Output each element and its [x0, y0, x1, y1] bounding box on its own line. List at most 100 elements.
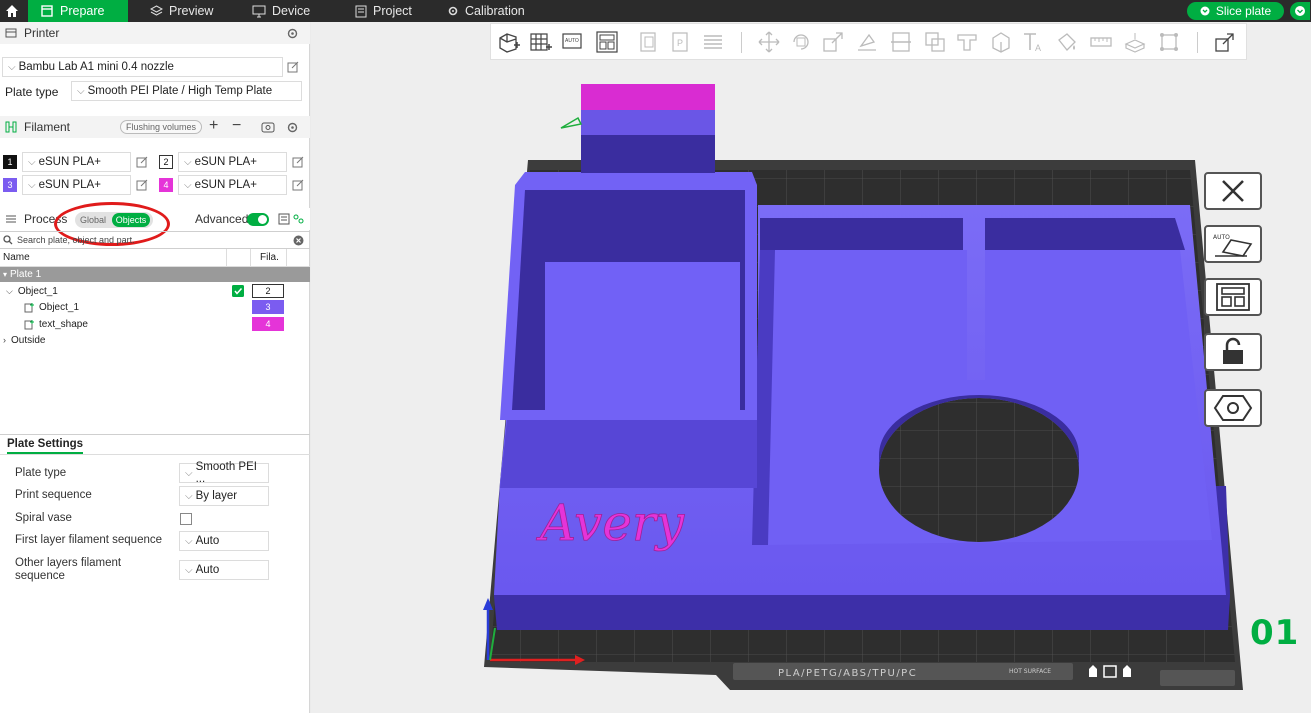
column-divider	[286, 249, 287, 267]
plate-type-setting-value: Smooth PEI ...	[195, 461, 257, 485]
printer-select[interactable]: ⌵ Bambu Lab A1 mini 0.4 nozzle	[2, 57, 283, 77]
arrange-plate-button[interactable]	[1204, 278, 1262, 316]
advanced-toggle[interactable]	[247, 213, 269, 226]
add-plate-icon[interactable]	[529, 30, 553, 54]
first-layer-sequence-select[interactable]: ⌵ Auto	[179, 531, 269, 551]
add-filament-icon[interactable]: +	[209, 117, 218, 135]
3d-scene[interactable]: PLA/PETG/ABS/TPU/PC HOT SURFACE Avery	[311, 60, 1311, 713]
object-search-bar[interactable]: Search plate, object and part.	[0, 231, 310, 249]
measure-icon[interactable]	[1089, 30, 1113, 54]
tab-preview[interactable]: Preview	[150, 0, 213, 22]
add-object-icon[interactable]	[497, 30, 521, 54]
edit-icon[interactable]	[136, 179, 148, 191]
tab-project[interactable]: Project	[355, 0, 412, 22]
edit-icon[interactable]	[292, 156, 304, 168]
filament-select-1[interactable]: ⌵ eSUN PLA+	[22, 152, 131, 172]
chevron-down-icon: ⌵	[185, 490, 193, 502]
column-divider	[250, 249, 251, 267]
tab-label: Project	[373, 4, 412, 18]
arrange-icon[interactable]	[595, 30, 619, 54]
print-sequence-select[interactable]: ⌵ By layer	[179, 486, 269, 506]
svg-text:P: P	[677, 38, 683, 48]
delete-plate-button[interactable]	[1204, 172, 1262, 210]
filament-select-4[interactable]: ⌵ eSUN PLA+	[178, 175, 287, 195]
project-icon	[355, 5, 367, 17]
plate-settings-button[interactable]	[1204, 389, 1262, 427]
tree-row-part[interactable]: Object_1 3	[0, 299, 310, 315]
rotate-icon[interactable]	[789, 30, 813, 54]
filament-swatch-4[interactable]: 4	[159, 178, 173, 192]
filament-swatch-3[interactable]: 3	[3, 178, 17, 192]
brim-ears-icon[interactable]	[1157, 30, 1181, 54]
tree-row-part[interactable]: text_shape 4	[0, 316, 310, 332]
settings-icon[interactable]	[286, 27, 299, 40]
tab-plate-settings[interactable]: Plate Settings	[7, 438, 84, 454]
scale-icon[interactable]	[821, 30, 845, 54]
column-name-header[interactable]: Name	[3, 252, 30, 263]
slice-dropdown-button[interactable]	[1290, 2, 1310, 20]
plate-toolbar-icons[interactable]	[1087, 663, 1137, 679]
seam-paint-icon[interactable]	[989, 30, 1013, 54]
chevron-down-icon	[1200, 6, 1210, 16]
checkbox-checked-icon[interactable]	[232, 285, 244, 297]
other-layers-sequence-select[interactable]: ⌵ Auto	[179, 560, 269, 580]
color-paint-icon[interactable]	[1055, 30, 1079, 54]
tab-label: Calibration	[465, 4, 525, 18]
text-tool-icon[interactable]: A	[1021, 30, 1045, 54]
split-parts-icon[interactable]: P	[669, 30, 693, 54]
hot-surface-text: HOT SURFACE	[1009, 668, 1051, 675]
layers-editing-icon[interactable]	[701, 30, 725, 54]
lay-on-face-icon[interactable]	[855, 30, 879, 54]
spiral-vase-checkbox[interactable]	[180, 513, 192, 525]
tab-calibration[interactable]: Calibration	[447, 0, 525, 22]
filament-badge[interactable]: 2	[252, 284, 284, 298]
flushing-volumes-button[interactable]: Flushing volumes	[120, 120, 203, 134]
filament-select-2[interactable]: ⌵ eSUN PLA+	[178, 152, 287, 172]
assembly-icon[interactable]	[1123, 30, 1147, 54]
auto-orient-plate-button[interactable]: AUTO	[1204, 225, 1262, 263]
filament-swatch-2[interactable]: 2	[159, 155, 173, 169]
filament-badge[interactable]: 4	[252, 317, 284, 331]
settings-icon[interactable]	[286, 121, 299, 134]
auto-orient-icon[interactable]: AUTO	[561, 30, 585, 54]
edit-icon[interactable]	[136, 156, 148, 168]
view-options-icon[interactable]	[1213, 30, 1237, 54]
plugin-icon[interactable]	[292, 213, 304, 225]
filament-badge[interactable]: 3	[252, 300, 284, 314]
filament-select-3[interactable]: ⌵ eSUN PLA+	[22, 175, 131, 195]
bed-label-text: PLA/PETG/ABS/TPU/PC	[778, 668, 917, 679]
filament-swatch-1[interactable]: 1	[3, 155, 17, 169]
compare-icon[interactable]	[278, 213, 290, 225]
plate-type-setting-select[interactable]: ⌵ Smooth PEI ...	[179, 461, 269, 485]
clear-search-icon[interactable]	[293, 235, 304, 246]
tree-row-object[interactable]: ⌵ Object_1 2	[0, 283, 310, 299]
first-layer-sequence-label: First layer filament sequence	[15, 534, 163, 546]
tree-row-plate[interactable]: ▾ Plate 1	[0, 267, 310, 282]
plate-type-select[interactable]: ⌵ Smooth PEI Plate / High Temp Plate	[71, 81, 302, 101]
chevron-down-icon: ⌵	[185, 467, 193, 479]
boolean-icon[interactable]	[923, 30, 947, 54]
column-fila-header[interactable]: Fila.	[260, 252, 279, 263]
home-icon[interactable]	[0, 0, 24, 22]
tree-row-outside[interactable]: › Outside	[0, 332, 310, 348]
close-icon	[1222, 180, 1244, 202]
edit-icon[interactable]	[287, 61, 299, 73]
sync-ams-icon[interactable]	[261, 121, 275, 134]
toolbar-divider	[1197, 32, 1198, 53]
support-paint-icon[interactable]	[955, 30, 979, 54]
split-objects-icon[interactable]	[637, 30, 661, 54]
edit-icon[interactable]	[292, 179, 304, 191]
chevron-right-icon: ›	[3, 335, 6, 345]
model-text-avery[interactable]: Avery	[536, 494, 686, 553]
tab-prepare[interactable]: Prepare	[28, 0, 128, 22]
tab-device[interactable]: Device	[252, 0, 310, 22]
filament-name: eSUN PLA+	[194, 179, 257, 191]
svg-text:AUTO: AUTO	[565, 38, 579, 44]
print-sequence-label: Print sequence	[15, 489, 92, 501]
cut-icon[interactable]	[889, 30, 913, 54]
arrange-icon	[1216, 283, 1250, 311]
slice-plate-button[interactable]: Slice plate	[1187, 2, 1284, 20]
lock-plate-button[interactable]	[1204, 333, 1262, 371]
move-icon[interactable]	[757, 30, 781, 54]
remove-filament-icon[interactable]: −	[232, 117, 241, 135]
